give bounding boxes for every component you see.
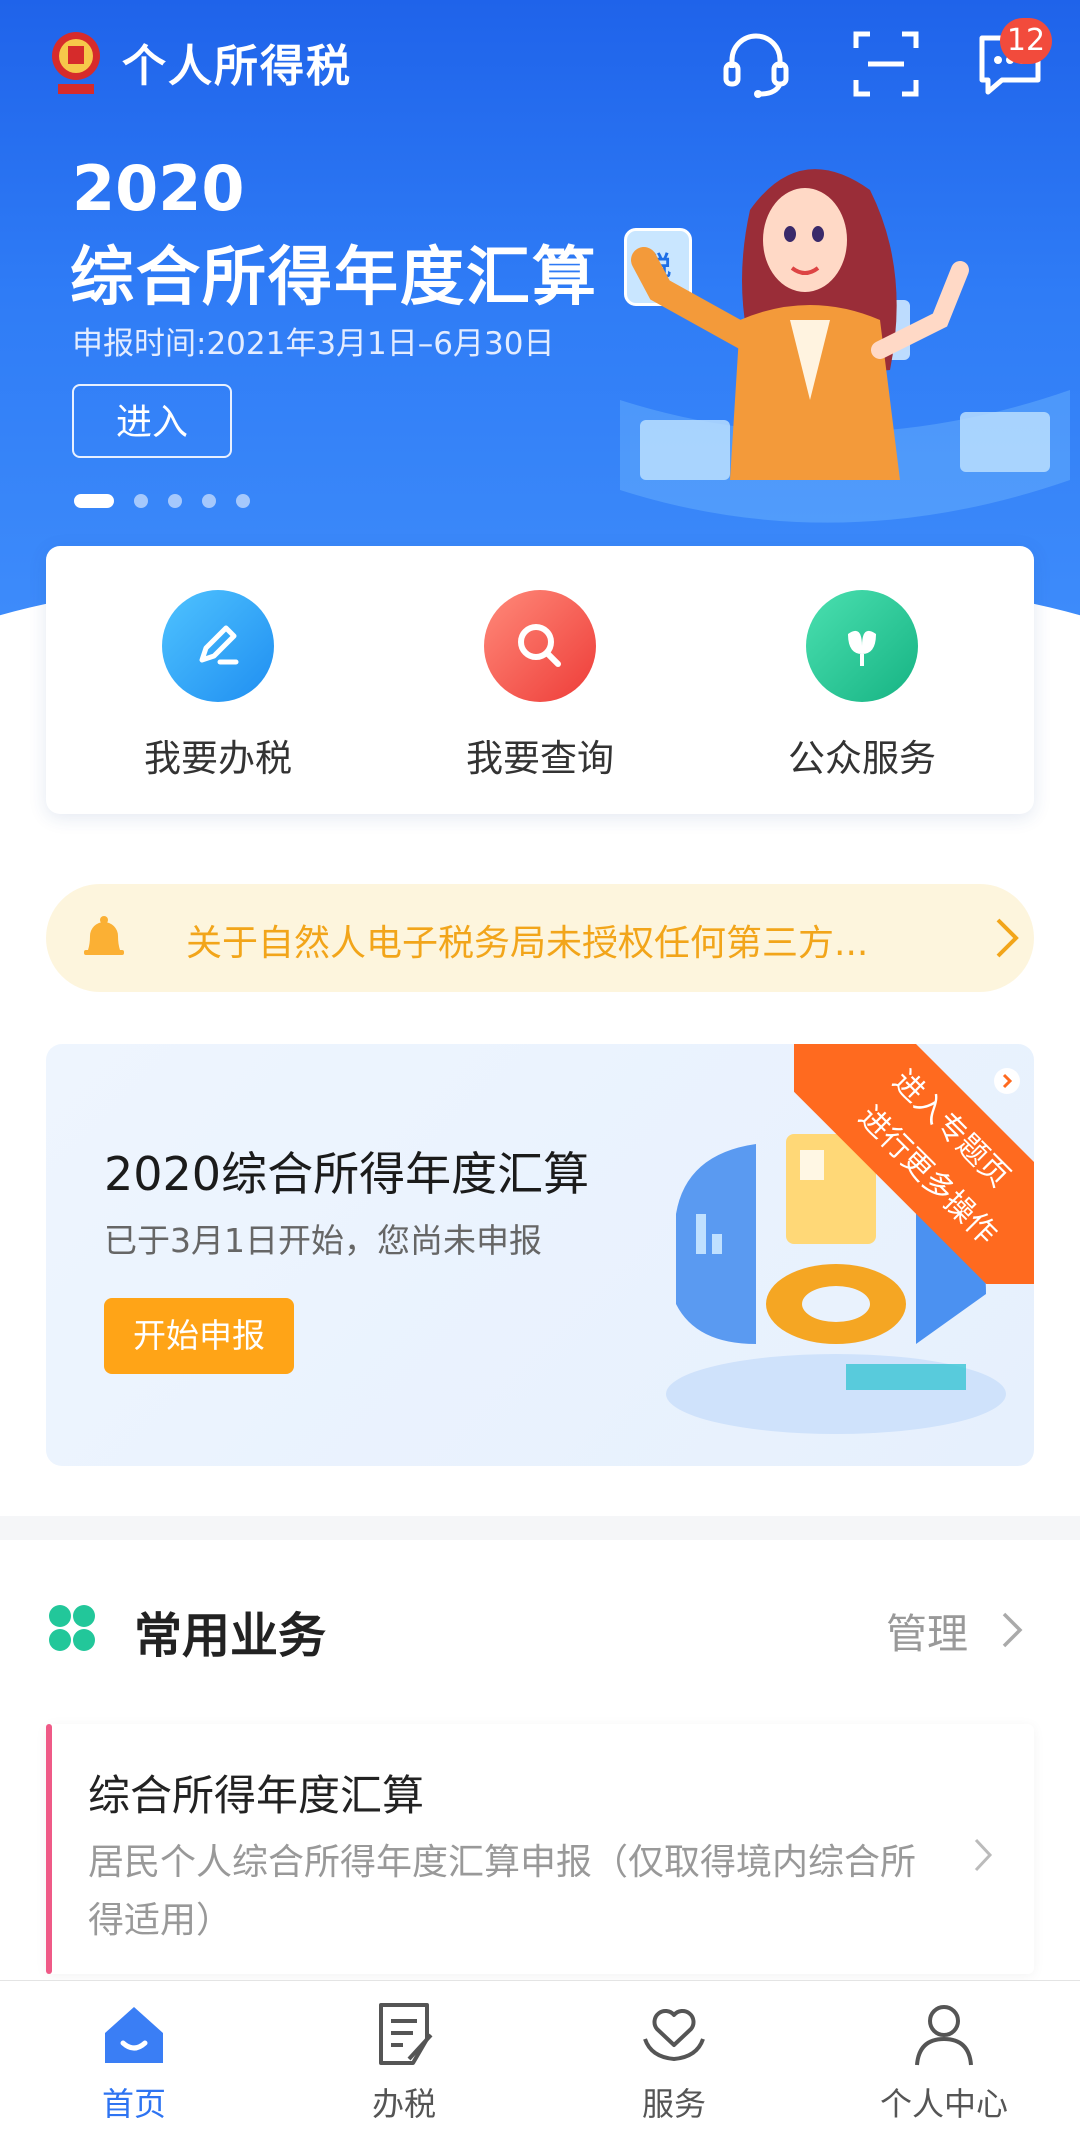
quick-action-public-service[interactable]: 公众服务 [742,590,982,782]
customer-service-icon[interactable] [716,24,796,104]
arrow-circle-icon [994,1068,1020,1094]
accent-bar [46,1724,52,1974]
common-services-header: 常用业务 管理 [0,1540,1080,1710]
woman-illustration [620,169,1070,523]
section-divider [0,1516,1080,1540]
user-icon [915,2005,973,2066]
promo-subtitle: 已于3月1日开始，您尚未申报 [104,1221,542,1260]
common-services-title: 常用业务 [134,1608,327,1664]
notice-bar[interactable]: 关于自然人电子税务局未授权任何第三方... [46,884,1034,992]
service-item-description: 居民个人综合所得年度汇算申报（仅取得境内综合所得适用） [88,1842,917,1941]
quick-actions-card: 我要办税 我要查询 公众服务 [46,546,1034,814]
carousel-indicator[interactable] [74,490,270,509]
carousel-dot[interactable] [134,493,148,508]
start-filing-button[interactable]: 开始申报 [104,1298,294,1374]
tab-tax[interactable]: 办税 [304,1999,504,2125]
tab-label: 个人中心 [879,2085,1008,2123]
clover-icon [49,1605,95,1651]
carousel-dot[interactable] [236,493,250,508]
quick-action-label: 公众服务 [788,737,936,780]
quick-action-label: 我要查询 [466,737,614,780]
quick-action-label: 我要办税 [144,737,292,780]
emblem-logo-icon [52,32,100,94]
annual-settlement-card[interactable]: 2020综合所得年度汇算 已于3月1日开始，您尚未申报 开始申报 进入专题页 进… [46,1044,1034,1466]
topic-page-ribbon[interactable]: 进入专题页 进行更多操作 [794,1044,1034,1284]
banner-title: 综合所得年度汇算 [70,241,598,315]
tab-label: 服务 [641,2085,706,2123]
carousel-dot[interactable] [74,493,114,508]
scan-icon[interactable] [846,24,926,104]
chevron-right-icon [996,918,1019,958]
tab-label: 办税 [371,2085,436,2123]
heart-hands-icon [643,2009,705,2062]
service-item-title: 综合所得年度汇算 [88,1771,425,1820]
chevron-right-icon[interactable] [1000,1610,1026,1650]
banner-year: 2020 [72,152,245,225]
tab-profile[interactable]: 个人中心 [844,1999,1044,2125]
tab-label: 首页 [101,2085,166,2123]
chevron-right-icon [974,1838,993,1872]
quick-action-query[interactable]: 我要查询 [420,590,660,782]
banner-subtitle: 申报时间:2021年3月1日–6月30日 [72,326,555,362]
carousel-dot[interactable] [168,493,182,508]
tab-home[interactable]: 首页 [34,1999,234,2125]
manage-link[interactable]: 管理 [886,1600,968,1660]
top-bar: 个人所得税 12 [0,0,1080,120]
message-count-badge: 12 [1000,18,1052,64]
tulip-icon [806,590,918,702]
search-icon [484,590,596,702]
service-item-annual-settlement[interactable]: 综合所得年度汇算 居民个人综合所得年度汇算申报（仅取得境内综合所得适用） [46,1724,1034,1974]
bell-icon [84,916,124,955]
carousel-dot[interactable] [202,493,216,508]
tab-service[interactable]: 服务 [574,1999,774,2125]
promo-title: 2020综合所得年度汇算 [104,1147,590,1201]
notice-text: 关于自然人电子税务局未授权任何第三方... [186,923,869,964]
app-title: 个人所得税 [122,41,352,92]
banner-enter-button[interactable]: 进入 [72,384,232,458]
home-icon [105,2007,163,2063]
quick-action-tax[interactable]: 我要办税 [98,590,338,782]
bottom-tab-bar: 首页 办税 服务 个人中心 [0,1980,1080,2134]
document-edit-icon [379,2003,433,2065]
edit-icon [162,590,274,702]
